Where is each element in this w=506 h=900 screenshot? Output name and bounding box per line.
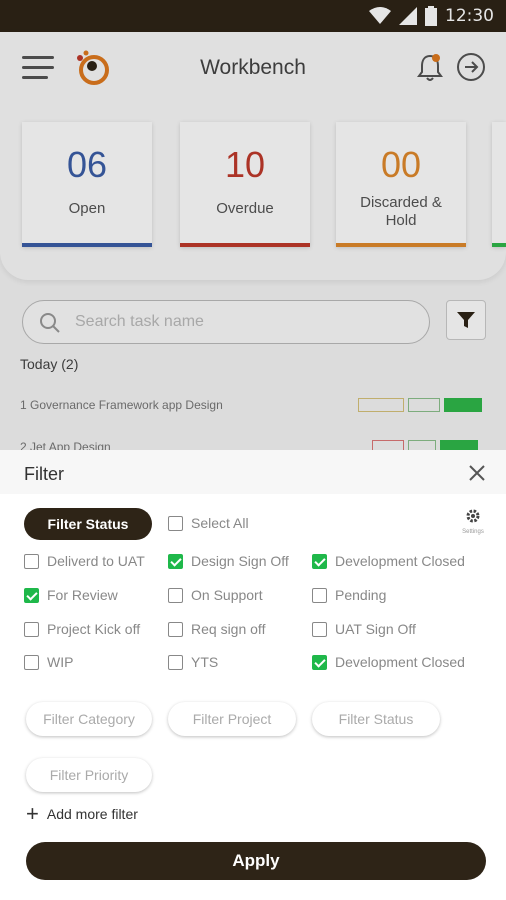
add-more-label: Add more filter <box>46 806 138 822</box>
checkbox-box <box>168 621 183 637</box>
filter-title: Filter <box>24 464 64 484</box>
checkbox-box <box>312 654 327 670</box>
filter-header: Filter <box>0 450 506 494</box>
checkbox-box <box>312 553 327 569</box>
status-option[interactable]: Req sign off <box>168 621 265 637</box>
checkbox-box <box>168 654 183 670</box>
checkbox-box <box>168 587 183 603</box>
checkbox-label: Req sign off <box>191 621 266 637</box>
gear-icon <box>466 509 480 523</box>
filter-status-pill[interactable]: Filter Status <box>312 702 440 736</box>
select-all-checkbox[interactable]: Select All <box>168 515 249 531</box>
checkbox-label: Deliverd to UAT <box>47 553 145 569</box>
checkbox-box <box>312 587 327 603</box>
checkbox-box <box>24 553 39 569</box>
filter-priority-pill[interactable]: Filter Priority <box>26 758 152 792</box>
checkbox-label: For Review <box>47 587 118 603</box>
settings-button[interactable]: Settings <box>458 508 488 544</box>
checkbox-label: Project Kick off <box>47 621 141 637</box>
checkbox-label: Design Sign Off <box>191 553 289 569</box>
checkbox-box <box>168 515 183 531</box>
add-more-filter-button[interactable]: + Add more filter <box>26 801 138 826</box>
status-option[interactable]: Development Closed <box>312 553 465 569</box>
settings-label: Settings <box>462 529 484 535</box>
checkbox-box <box>24 621 39 637</box>
status-option[interactable]: For Review <box>24 587 118 603</box>
status-option[interactable]: On Support <box>168 587 263 603</box>
status-option[interactable]: YTS <box>168 654 218 670</box>
checkbox-label: Pending <box>335 587 387 603</box>
status-option[interactable]: Project Kick off <box>24 621 140 637</box>
filter-project-pill[interactable]: Filter Project <box>168 702 296 736</box>
filter-category-pill[interactable]: Filter Category <box>26 702 152 736</box>
checkbox-label: Development Closed <box>335 553 465 569</box>
checkbox-label: WIP <box>47 654 74 670</box>
checkbox-label: YTS <box>191 654 219 670</box>
status-option[interactable]: Development Closed <box>312 654 465 670</box>
close-icon[interactable] <box>466 462 488 484</box>
apply-button[interactable]: Apply <box>26 842 486 880</box>
checkbox-label: Select All <box>191 515 249 531</box>
status-option[interactable]: Design Sign Off <box>168 553 289 569</box>
plus-icon: + <box>26 801 39 826</box>
checkbox-label: Development Closed <box>335 654 465 670</box>
checkbox-box <box>168 553 183 569</box>
status-option[interactable]: WIP <box>24 654 73 670</box>
checkbox-label: UAT Sign Off <box>335 621 416 637</box>
checkbox-box <box>24 587 39 603</box>
filter-status-chip[interactable]: Filter Status <box>24 508 152 540</box>
checkbox-box <box>24 654 39 670</box>
checkbox-label: On Support <box>191 587 263 603</box>
status-option[interactable]: UAT Sign Off <box>312 621 416 637</box>
status-option[interactable]: Pending <box>312 587 386 603</box>
status-option[interactable]: Deliverd to UAT <box>24 553 145 569</box>
checkbox-box <box>312 621 327 637</box>
